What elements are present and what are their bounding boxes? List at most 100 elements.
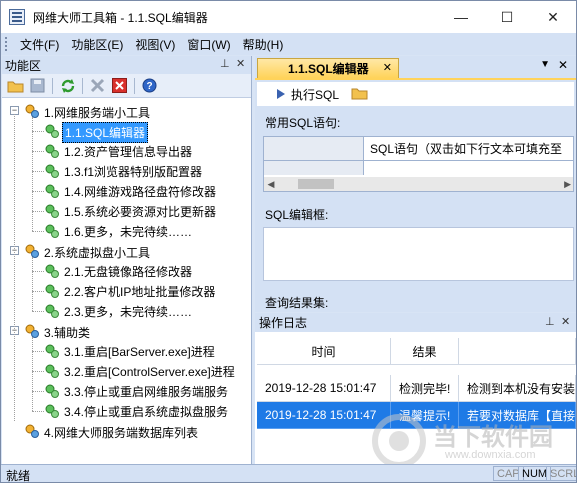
scroll-right-icon[interactable]: ▶ xyxy=(564,179,571,190)
horizontal-scrollbar[interactable]: ◀ ▶ xyxy=(264,177,573,191)
watermark-url: www.downxia.com xyxy=(445,449,536,461)
tree-item[interactable]: 1.3.f1浏览器特别版配置器 xyxy=(2,161,251,181)
tree-group[interactable]: −2.系统虚拟盘小工具 xyxy=(2,241,251,261)
pin-icon[interactable]: ⊥ xyxy=(545,315,555,328)
operation-log-title: 操作日志 xyxy=(259,316,308,330)
tree-item[interactable]: 1.4.网维游戏路径盘符修改器 xyxy=(2,181,251,201)
common-sql-grid[interactable]: SQL语句（双击如下行文本可填充至 ◀ ▶ xyxy=(263,136,574,192)
document-close-icon[interactable]: ✕ xyxy=(558,58,568,72)
tree-connector xyxy=(32,411,44,412)
scrollbar-thumb[interactable] xyxy=(298,179,334,189)
tree-connector xyxy=(32,311,44,312)
tool-item-icon xyxy=(44,183,60,199)
menu-view[interactable]: 视图(V) xyxy=(129,36,181,53)
tree-connector xyxy=(32,391,44,392)
tree-item[interactable]: 3.4.停止或重启系统虚拟盘服务 xyxy=(2,401,251,421)
log-cell-detail: 检测到本机没有安装 xyxy=(459,375,576,402)
function-panel-title: 功能区 xyxy=(5,58,42,73)
remove-icon[interactable] xyxy=(110,76,129,95)
tree-item[interactable]: 2.1.无盘镜像路径修改器 xyxy=(2,261,251,281)
watermark-logo-icon xyxy=(372,414,426,468)
tool-item-icon xyxy=(44,343,60,359)
tab-close-icon[interactable]: ✕ xyxy=(383,61,392,74)
tree-item-label: 1.3.f1浏览器特别版配置器 xyxy=(64,165,203,179)
menu-bar: 文件(F) 功能区(E) 视图(V) 窗口(W) 帮助(H) xyxy=(1,33,576,55)
tree-group[interactable]: 4.网维大师服务端数据库列表 xyxy=(2,421,251,441)
save-icon[interactable] xyxy=(28,76,47,95)
play-icon xyxy=(277,89,285,99)
tree-connector xyxy=(32,211,44,212)
tree-item[interactable]: 1.1.SQL编辑器 xyxy=(2,121,251,143)
minimize-button[interactable]: — xyxy=(438,1,484,33)
tool-group-icon xyxy=(24,423,40,439)
tool-item-icon xyxy=(44,163,60,179)
status-scroll-indicator: SCRL xyxy=(546,466,576,481)
title-bar: 网维大师工具箱 - 1.1.SQL编辑器 — ☐ ✕ xyxy=(1,1,576,33)
pin-icon[interactable]: ⊥ xyxy=(220,57,230,70)
tree-item-label: 2.1.无盘镜像路径修改器 xyxy=(64,265,193,279)
menu-file[interactable]: 文件(F) xyxy=(14,36,65,53)
sql-editor-input[interactable] xyxy=(263,227,574,281)
menu-function-area[interactable]: 功能区(E) xyxy=(65,36,129,53)
scroll-left-icon[interactable]: ◀ xyxy=(264,179,278,190)
tree-group[interactable]: −1.网维服务端小工具 xyxy=(2,101,251,121)
tree-item[interactable]: 2.3.更多，未完待续…… xyxy=(2,301,251,321)
common-sql-label: 常用SQL语句: xyxy=(265,116,341,130)
tool-item-icon xyxy=(44,303,60,319)
tree-connector xyxy=(32,191,44,192)
tree-item[interactable]: 1.2.资产管理信息导出器 xyxy=(2,141,251,161)
close-window-button[interactable]: ✕ xyxy=(530,1,576,33)
tree-item-label: 3.4.停止或重启系统虚拟盘服务 xyxy=(64,405,229,419)
tree-group-label: 2.系统虚拟盘小工具 xyxy=(44,246,151,260)
toolbar-divider xyxy=(52,77,53,94)
tab-sql-editor-label: 1.1.SQL编辑器 xyxy=(288,62,369,76)
help-icon[interactable]: ? xyxy=(140,76,159,95)
grid-column-header[interactable]: SQL语句（双击如下行文本可填充至 xyxy=(364,137,574,161)
tree-item[interactable]: 3.3.停止或重启网维服务端服务 xyxy=(2,381,251,401)
log-column-result[interactable]: 结果 xyxy=(391,338,459,365)
tree-item[interactable]: 3.1.重启[BarServer.exe]进程 xyxy=(2,341,251,361)
tree-item[interactable]: 1.6.更多，未完待续…… xyxy=(2,221,251,241)
tree-item-label: 1.6.更多，未完待续…… xyxy=(64,225,193,239)
log-cell-result: 检测完毕! xyxy=(391,375,459,402)
grid-row-header-corner xyxy=(264,137,364,161)
tool-item-icon xyxy=(44,143,60,159)
delete-icon[interactable] xyxy=(88,76,107,95)
menu-grip-icon[interactable] xyxy=(5,37,8,51)
sql-toolbar: 执行SQL xyxy=(257,82,574,106)
log-column-time[interactable]: 时间 xyxy=(257,338,391,365)
document-area: 1.1.SQL编辑器 ✕ ▼ ✕ 执行SQL 常用SQL语句: SQL语句（双击… xyxy=(255,56,576,464)
operation-log-header: 操作日志 ⊥ ✕ xyxy=(255,313,576,332)
tree-item[interactable]: 2.2.客户机IP地址批量修改器 xyxy=(2,281,251,301)
function-panel-header: 功能区 ⊥ ✕ xyxy=(2,56,251,74)
panel-close-icon[interactable]: ✕ xyxy=(236,57,245,70)
menu-window[interactable]: 窗口(W) xyxy=(181,36,236,53)
tree-item[interactable]: 3.2.重启[ControlServer.exe]进程 xyxy=(2,361,251,381)
tool-item-icon xyxy=(44,283,60,299)
execute-sql-button[interactable]: 执行SQL xyxy=(277,86,339,103)
tab-list-dropdown-icon[interactable]: ▼ xyxy=(540,59,550,70)
watermark: 当下软件园 www.downxia.com xyxy=(371,411,571,471)
log-row[interactable]: 2019-12-28 15:01:47 检测完毕! 检测到本机没有安装 xyxy=(257,375,576,402)
open-sql-file-button[interactable] xyxy=(351,86,368,103)
tree-connector xyxy=(32,231,44,232)
tool-item-icon xyxy=(44,123,60,139)
tree-item[interactable]: 1.5.系统必要资源对比更新器 xyxy=(2,201,251,221)
folder-open-icon[interactable] xyxy=(6,76,25,95)
document-tab-bar: 1.1.SQL编辑器 ✕ ▼ ✕ xyxy=(255,56,576,78)
refresh-icon[interactable] xyxy=(58,76,77,95)
tree-connector xyxy=(32,257,33,311)
log-column-detail[interactable] xyxy=(459,338,576,365)
maximize-button[interactable]: ☐ xyxy=(484,1,530,33)
tool-item-icon xyxy=(44,363,60,379)
tool-item-icon xyxy=(44,383,60,399)
tree-connector xyxy=(32,131,44,132)
watermark-brand: 当下软件园 xyxy=(433,424,553,451)
grid-row-header xyxy=(264,161,364,175)
tool-item-icon xyxy=(44,263,60,279)
tab-sql-editor[interactable]: 1.1.SQL编辑器 ✕ xyxy=(257,58,399,78)
app-logo-icon xyxy=(9,9,25,25)
menu-help[interactable]: 帮助(H) xyxy=(237,36,290,53)
tree-group[interactable]: −3.辅助类 xyxy=(2,321,251,341)
log-close-icon[interactable]: ✕ xyxy=(561,315,570,328)
